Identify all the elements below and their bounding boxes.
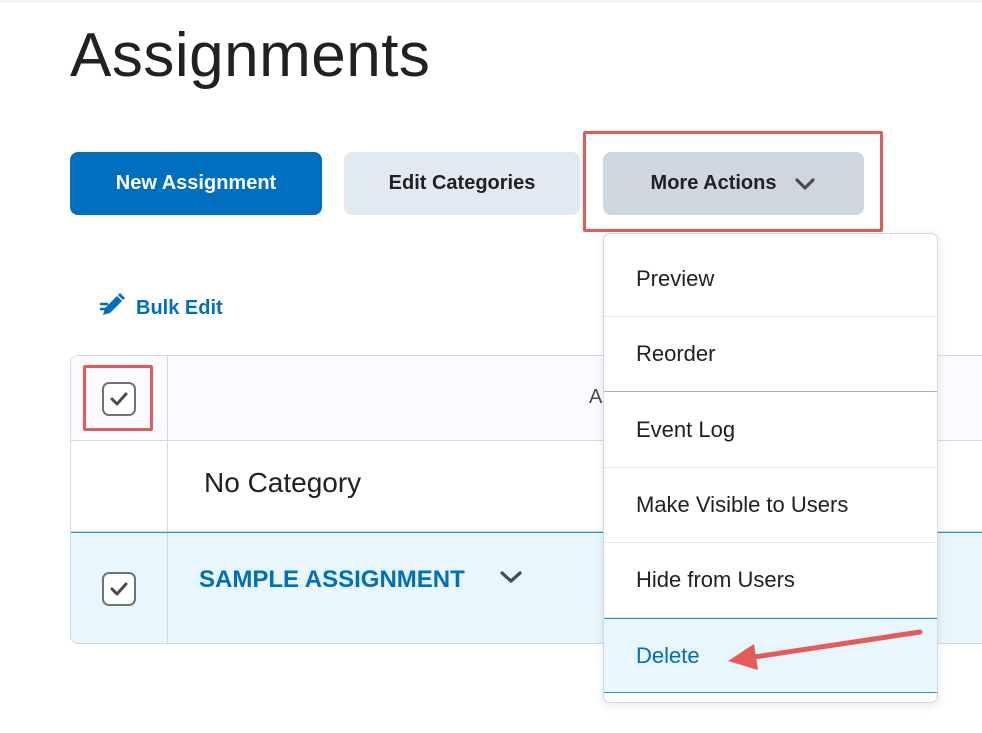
menu-item-delete[interactable]: Delete xyxy=(604,618,937,693)
bulk-edit-label: Bulk Edit xyxy=(136,296,223,319)
more-actions-label: More Actions xyxy=(650,172,777,194)
menu-item-reorder[interactable]: Reorder xyxy=(604,317,937,392)
menu-item-label: Make Visible to Users xyxy=(636,492,849,517)
menu-item-label: Delete xyxy=(636,642,700,668)
pencil-icon xyxy=(98,290,136,326)
checkmark-icon xyxy=(110,582,128,596)
menu-item-label: Event Log xyxy=(636,417,736,442)
chevron-down-icon xyxy=(794,177,816,191)
bulk-edit-link[interactable]: Bulk Edit xyxy=(98,290,223,326)
menu-item-label: Hide from Users xyxy=(636,567,795,592)
checkmark-icon xyxy=(110,392,128,406)
column-divider xyxy=(167,441,168,531)
more-actions-button[interactable]: More Actions xyxy=(603,152,864,215)
column-header: A xyxy=(589,386,603,408)
menu-item-hide[interactable]: Hide from Users xyxy=(604,543,937,618)
menu-item-preview[interactable]: Preview xyxy=(604,242,937,317)
page-title: Assignments xyxy=(70,21,431,90)
menu-item-label: Reorder xyxy=(636,341,716,366)
column-divider xyxy=(167,533,168,643)
menu-item-label: Preview xyxy=(636,266,715,291)
edit-categories-button[interactable]: Edit Categories xyxy=(344,152,580,215)
menu-item-make-visible[interactable]: Make Visible to Users xyxy=(604,468,937,543)
select-all-checkbox[interactable] xyxy=(102,382,136,416)
new-assignment-label: New Assignment xyxy=(115,172,277,194)
top-border xyxy=(0,0,982,3)
row-checkbox[interactable] xyxy=(102,572,136,606)
edit-categories-label: Edit Categories xyxy=(388,172,536,194)
assignment-title-link[interactable]: SAMPLE ASSIGNMENT xyxy=(199,566,465,594)
more-actions-menu: Preview Reorder Event Log Make Visible t… xyxy=(603,233,938,703)
column-divider xyxy=(167,356,168,440)
chevron-down-icon[interactable] xyxy=(499,569,523,590)
menu-item-event-log[interactable]: Event Log xyxy=(604,393,937,468)
new-assignment-button[interactable]: New Assignment xyxy=(70,152,322,215)
category-label: No Category xyxy=(204,467,362,498)
